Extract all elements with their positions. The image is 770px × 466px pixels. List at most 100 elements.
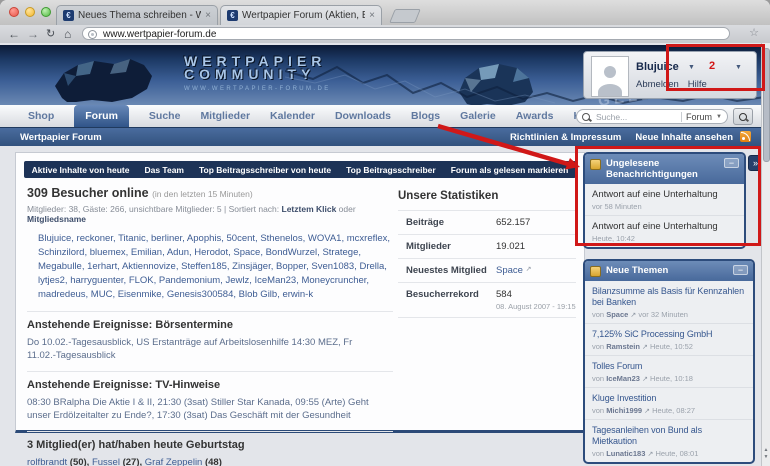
- events-boerse-body[interactable]: Do 10.02.-Tagesausblick, US Erstanträge …: [27, 336, 379, 362]
- divider: [27, 431, 393, 432]
- notification-item[interactable]: Antwort auf eine Unterhaltung vor 58 Min…: [585, 184, 744, 216]
- titlebar: € Neues Thema schreiben - W × € Wertpapi…: [0, 0, 770, 26]
- birthdays-title: 3 Mitglied(er) hat/haben heute Geburtsta…: [27, 439, 245, 451]
- subnav-active-content-link[interactable]: Aktive Inhalte von heute: [32, 165, 130, 175]
- page-scrollbar[interactable]: ▲ ▼: [761, 43, 770, 466]
- birthday-member-link[interactable]: Graf Zeppelin: [145, 457, 203, 466]
- nav-item-suche[interactable]: Suche: [149, 110, 181, 122]
- stat-row-beitraege: Beiträge 652.157: [398, 210, 576, 234]
- back-button[interactable]: ←: [8, 26, 20, 42]
- minimize-panel-button[interactable]: −: [724, 158, 739, 168]
- user-panel: Blujuice ▼ 2 ▼ Abmelden Hilfe: [583, 51, 757, 99]
- new-content-link[interactable]: Neue Inhalte ansehen: [635, 132, 733, 143]
- sidebar: Ungelesene Benachrichtigungen − Antwort …: [583, 146, 763, 466]
- rss-icon[interactable]: [740, 131, 751, 142]
- search-scope-select[interactable]: Forum: [686, 112, 712, 122]
- address-bar[interactable]: www.wertpapier-forum.de: [82, 27, 730, 40]
- notification-count-badge[interactable]: 2: [709, 60, 715, 72]
- panel-title: Neue Themen: [606, 265, 669, 276]
- minimize-panel-button[interactable]: −: [733, 265, 748, 275]
- search-icon: [582, 112, 590, 121]
- home-button[interactable]: ⌂: [64, 26, 71, 42]
- user-menu-caret-icon[interactable]: ▼: [688, 64, 695, 71]
- topic-item: 7,125% SiC Processing GmbH von Ramstein …: [585, 324, 753, 356]
- visitors-meta: Mitglieder: 38, Gäste: 266, unsichtbare …: [27, 204, 356, 224]
- search-field[interactable]: Forum ▼: [576, 109, 728, 124]
- person-silhouette-icon: [592, 57, 628, 96]
- notifications-icon: [590, 159, 601, 170]
- events-tv-body[interactable]: 08:30 BRalpha Die Aktie I & II, 21:30 (3…: [27, 396, 379, 422]
- birthday-member-link[interactable]: Fussel: [92, 457, 120, 466]
- user-avatar[interactable]: [591, 56, 629, 97]
- scrollbar-thumb[interactable]: [763, 48, 770, 162]
- notification-caret-icon[interactable]: ▼: [735, 64, 742, 71]
- nav-item-kalender[interactable]: Kalender: [270, 110, 315, 122]
- search-submit-button[interactable]: [733, 108, 753, 125]
- scroll-down-arrow-icon[interactable]: ▼: [762, 454, 770, 461]
- subnav-mark-read-link[interactable]: Forum als gelesen markieren: [451, 165, 569, 175]
- newest-member-link[interactable]: Space: [496, 265, 523, 276]
- stat-row-besucherrekord: Besucherrekord 584 08. August 2007 - 19:…: [398, 282, 576, 318]
- tab-close-icon[interactable]: ×: [205, 10, 211, 21]
- minimize-window-button[interactable]: [25, 7, 35, 17]
- tab-close-icon[interactable]: ×: [369, 10, 375, 21]
- notifications-panel: Ungelesene Benachrichtigungen − Antwort …: [583, 152, 746, 249]
- divider: [681, 111, 683, 122]
- topic-item: Bilanzsumme als Basis für Kennzahlen bei…: [585, 281, 753, 324]
- external-link-icon: ↗: [630, 312, 637, 319]
- logout-link[interactable]: Abmelden: [636, 79, 679, 90]
- nav-item-blogs[interactable]: Blogs: [411, 110, 440, 122]
- nav-item-awards[interactable]: Awards: [516, 110, 554, 122]
- zoom-window-button[interactable]: [41, 7, 51, 17]
- topic-link[interactable]: Tolles Forum: [592, 361, 746, 372]
- nav-item-mitglieder[interactable]: Mitglieder: [200, 110, 250, 122]
- subnav-top-posters-today-link[interactable]: Top Beitragsschreiber von heute: [199, 165, 331, 175]
- breadcrumb[interactable]: Wertpapier Forum: [20, 132, 102, 143]
- nav-item-downloads[interactable]: Downloads: [335, 110, 391, 122]
- scope-caret-icon[interactable]: ▼: [716, 114, 722, 120]
- topic-link[interactable]: 7,125% SiC Processing GmbH: [592, 329, 746, 340]
- sort-by-click-link[interactable]: Letztem Klick: [282, 204, 337, 214]
- browser-window: € Neues Thema schreiben - W × € Wertpapi…: [0, 0, 770, 466]
- topic-author-link[interactable]: Space: [606, 310, 628, 319]
- forum-subnav: Aktive Inhalte von heute Das Team Top Be…: [24, 161, 576, 178]
- topic-link[interactable]: Bilanzsumme als Basis für Kennzahlen bei…: [592, 286, 746, 308]
- scroll-up-arrow-icon[interactable]: ▲: [762, 447, 770, 454]
- new-tab-button[interactable]: [389, 9, 421, 23]
- birthdays-list: rolfbrandt (50), Fussel (27), Graf Zeppe…: [27, 457, 222, 466]
- external-link-icon: ↗: [647, 451, 654, 458]
- bookmark-star-icon[interactable]: ☆: [749, 26, 759, 39]
- subnav-team-link[interactable]: Das Team: [144, 165, 184, 175]
- topic-link[interactable]: Kluge Investition: [592, 393, 746, 404]
- browser-tab-active[interactable]: € Wertpapier Forum (Aktien, B ×: [220, 5, 382, 25]
- notification-item[interactable]: Antwort auf eine Unterhaltung Heute, 10:…: [585, 216, 744, 247]
- new-topics-panel: Neue Themen − Bilanzsumme als Basis für …: [583, 259, 755, 464]
- nav-item-shop[interactable]: Shop: [28, 110, 54, 122]
- guidelines-link[interactable]: Richtlinien & Impressum: [510, 132, 621, 143]
- nav-item-forum-active[interactable]: Forum: [74, 104, 129, 128]
- search-input[interactable]: [594, 110, 678, 123]
- birthday-member-link[interactable]: rolfbrandt: [27, 457, 67, 466]
- topic-author-link[interactable]: Ramstein: [606, 342, 640, 351]
- page-viewport: WERTPAPIER COMMUNITY WWW.WERTPAPIER-FORU…: [0, 43, 770, 466]
- online-member-list[interactable]: Blujuice, reckoner, Titanic, berliner, A…: [38, 232, 393, 302]
- subnav-top-posters-link[interactable]: Top Beitragsschreiber: [346, 165, 436, 175]
- nav-item-galerie[interactable]: Galerie: [460, 110, 496, 122]
- stat-row-mitglieder: Mitglieder 19.021: [398, 234, 576, 258]
- reload-button[interactable]: ↻: [46, 26, 55, 42]
- topic-link[interactable]: Tagesanleihen von Bund als Mietkaution: [592, 425, 746, 447]
- sort-by-name-link[interactable]: Mitgliedsname: [27, 214, 86, 224]
- page-security-icon: [88, 30, 97, 39]
- close-window-button[interactable]: [9, 7, 19, 17]
- bull-logo-icon: [55, 59, 152, 102]
- topic-author-link[interactable]: IceMan23: [606, 374, 640, 383]
- new-topics-icon: [590, 266, 601, 277]
- browser-tab-inactive[interactable]: € Neues Thema schreiben - W ×: [56, 5, 218, 25]
- forward-button[interactable]: →: [27, 26, 39, 42]
- topic-author-link[interactable]: Michi1999: [606, 406, 642, 415]
- site-header: WERTPAPIER COMMUNITY WWW.WERTPAPIER-FORU…: [0, 45, 761, 105]
- username[interactable]: Blujuice: [636, 61, 679, 73]
- external-link-icon: ↗: [642, 376, 648, 383]
- help-link[interactable]: Hilfe: [688, 79, 707, 90]
- topic-author-link[interactable]: Lunatic183: [606, 449, 645, 458]
